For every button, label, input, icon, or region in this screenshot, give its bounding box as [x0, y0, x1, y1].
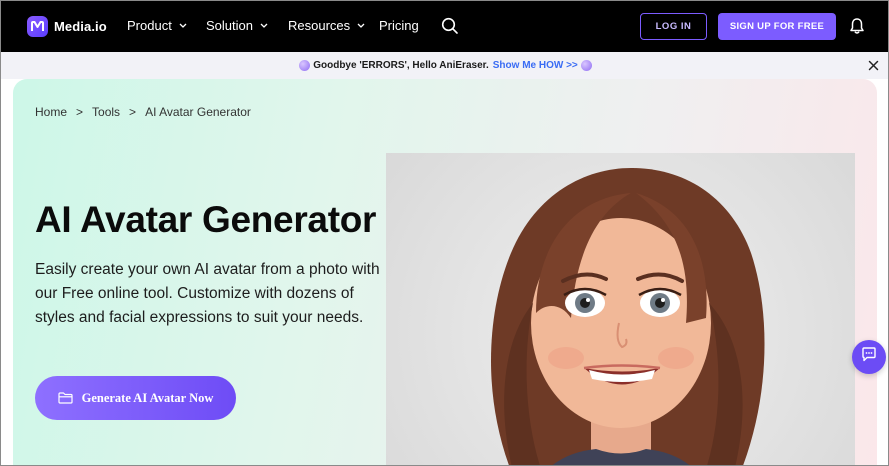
breadcrumb-tools[interactable]: Tools	[92, 105, 120, 119]
aieraser-icon	[580, 60, 592, 71]
search-icon[interactable]	[441, 17, 459, 35]
nav-resources[interactable]: Resources	[288, 18, 365, 33]
avatar-preview-image	[386, 153, 855, 465]
hero-description: Easily create your own AI avatar from a …	[35, 261, 380, 326]
chevron-down-icon	[179, 23, 187, 28]
chevron-down-icon	[260, 23, 268, 28]
nav-solution-label: Solution	[206, 18, 253, 33]
bell-icon[interactable]	[849, 17, 865, 35]
page-title: AI Avatar Generator	[35, 199, 377, 240]
nav-pricing-label: Pricing	[379, 18, 419, 33]
nav-solution[interactable]: Solution	[206, 18, 268, 33]
nav-product-label: Product	[127, 18, 172, 33]
announcement-bar: Goodbye 'ERRORS', Hello AniEraser. Show …	[1, 52, 888, 79]
hero-section: Home > Tools > AI Avatar Generator AI Av…	[13, 79, 877, 465]
brand-logo[interactable]: Media.io	[27, 15, 107, 37]
breadcrumb-separator: >	[129, 105, 137, 119]
chat-support-button[interactable]	[852, 340, 886, 374]
login-button[interactable]: LOG IN	[640, 13, 707, 40]
brand-name: Media.io	[54, 18, 107, 34]
generate-avatar-label: Generate AI Avatar Now	[81, 390, 214, 405]
nav-resources-label: Resources	[288, 18, 351, 33]
generate-avatar-button[interactable]: Generate AI Avatar Now	[35, 376, 236, 420]
avatar-illustration	[491, 168, 765, 465]
aieraser-icon	[299, 60, 311, 71]
chat-icon	[861, 347, 877, 367]
chevron-down-icon	[357, 23, 365, 28]
close-icon[interactable]	[868, 60, 879, 71]
nav-product[interactable]: Product	[127, 18, 187, 33]
announcement-message: Goodbye 'ERRORS', Hello AniEraser.	[313, 60, 489, 71]
breadcrumb: Home > Tools > AI Avatar Generator	[35, 105, 260, 119]
breadcrumb-current: AI Avatar Generator	[145, 105, 251, 119]
nav-pricing[interactable]: Pricing	[379, 18, 419, 33]
signup-button[interactable]: SIGN UP FOR FREE	[718, 13, 836, 40]
brand-logo-icon	[27, 15, 48, 37]
page: Media.io Product Solution Resources Pric…	[0, 0, 889, 466]
top-navigation: Media.io Product Solution Resources Pric…	[1, 1, 888, 52]
breadcrumb-home[interactable]: Home	[35, 105, 67, 119]
breadcrumb-separator: >	[76, 105, 84, 119]
folder-icon	[57, 392, 73, 404]
announcement-link[interactable]: Show Me HOW >>	[493, 60, 578, 71]
